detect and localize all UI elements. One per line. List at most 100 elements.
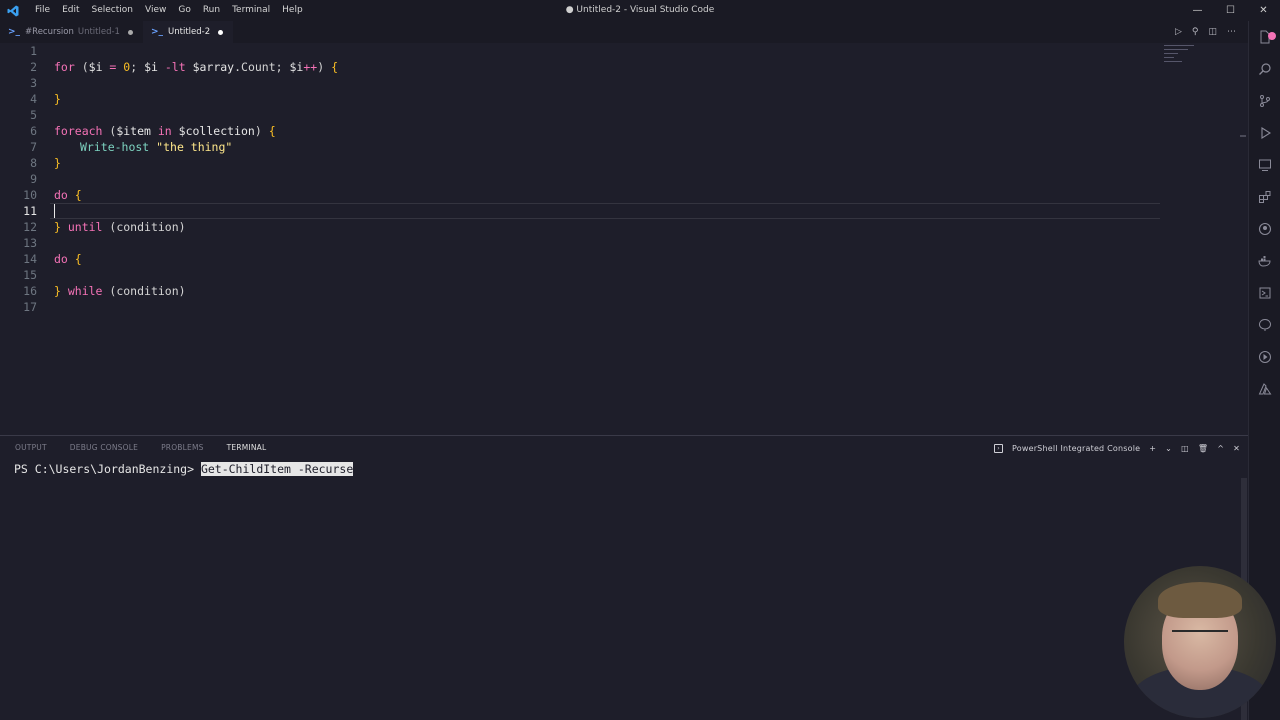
code-line: 3	[0, 75, 37, 91]
close-panel-icon[interactable]: ✕	[1233, 444, 1240, 453]
line-content: foreach ($item in $collection) {	[54, 124, 276, 138]
terminal-selected-command[interactable]: Get-ChildItem -Recurse	[200, 462, 354, 476]
code-line: 11	[0, 203, 37, 219]
line-number: 6	[30, 124, 37, 138]
menu-go[interactable]: Go	[172, 0, 196, 21]
powershell-icon[interactable]	[1257, 285, 1273, 301]
menu-help[interactable]: Help	[276, 0, 309, 21]
line-content: for ($i = 0; $i -lt $array.Count; $i++) …	[54, 60, 339, 74]
menu-selection[interactable]: Selection	[86, 0, 139, 21]
line-number: 8	[30, 156, 37, 170]
line-content: do {	[54, 252, 82, 266]
menu-run[interactable]: Run	[197, 0, 226, 21]
code-line: 17	[0, 299, 37, 315]
terminal-icon: ›	[994, 443, 1003, 453]
line-number: 2	[30, 60, 37, 74]
tab-problems[interactable]: PROBLEMS	[146, 436, 212, 460]
line-content: }	[54, 92, 61, 106]
tab-terminal[interactable]: TERMINAL	[212, 436, 275, 460]
remote-explorer-icon[interactable]	[1257, 157, 1273, 173]
code-line: 7 Write-host "the thing"	[0, 139, 232, 155]
test-explorer-icon[interactable]	[1257, 317, 1273, 333]
extensions-icon[interactable]	[1257, 189, 1273, 205]
line-content: do {	[54, 188, 82, 202]
code-line: 15	[0, 267, 37, 283]
bottom-panel: OUTPUT DEBUG CONSOLE PROBLEMS TERMINAL ›…	[0, 435, 1248, 720]
unsaved-dot-icon[interactable]	[127, 29, 133, 35]
notification-badge	[1268, 32, 1276, 40]
editor-actions: ▷ ⚲ ◫ ⋯	[1175, 21, 1236, 43]
tab-debug-console[interactable]: DEBUG CONSOLE	[55, 436, 146, 460]
powershell-file-icon: >_	[8, 27, 21, 37]
code-editor[interactable]: 1 2 for ($i = 0; $i -lt $array.Count; $i…	[0, 43, 1248, 435]
line-number: 11	[23, 204, 37, 218]
code-line: 2 for ($i = 0; $i -lt $array.Count; $i++…	[0, 59, 338, 75]
line-number: 3	[30, 76, 37, 90]
tab-label: Untitled-2	[168, 27, 211, 37]
code-line: 4 }	[0, 91, 61, 107]
terminal-output[interactable]: PS C:\Users\JordanBenzing> Get-ChildItem…	[14, 462, 354, 476]
line-number: 1	[30, 44, 37, 58]
new-terminal-button[interactable]: +	[1149, 444, 1156, 453]
line-number: 5	[30, 108, 37, 122]
search-icon[interactable]	[1257, 61, 1273, 77]
run-debug-icon[interactable]	[1257, 125, 1273, 141]
maximize-button[interactable]: ☐	[1214, 0, 1247, 21]
github-icon[interactable]	[1257, 221, 1273, 237]
tab-recursion[interactable]: >_ #Recursion Untitled-1	[0, 21, 143, 43]
minimize-button[interactable]: —	[1181, 0, 1214, 21]
menu-file[interactable]: File	[29, 0, 56, 21]
line-number: 13	[23, 236, 37, 250]
webcam-hair	[1158, 582, 1242, 618]
line-content: } while (condition)	[54, 284, 186, 298]
tab-label: #Recursion	[25, 27, 74, 37]
terminal-dropdown-icon[interactable]: ⌄	[1165, 444, 1172, 453]
line-content: }	[54, 156, 61, 170]
line-number: 9	[30, 172, 37, 186]
terminal-selector[interactable]: PowerShell Integrated Console	[1012, 444, 1140, 453]
explorer-icon[interactable]	[1257, 29, 1276, 45]
kill-terminal-icon[interactable]: 🗑	[1198, 444, 1208, 453]
menu-bar: File Edit Selection View Go Run Terminal…	[29, 0, 309, 21]
menu-edit[interactable]: Edit	[56, 0, 85, 21]
webcam-overlay	[1124, 566, 1276, 718]
tab-output[interactable]: OUTPUT	[0, 436, 55, 460]
tab-untitled-2[interactable]: >_ Untitled-2	[142, 21, 234, 43]
line-number: 15	[23, 268, 37, 282]
azure-icon[interactable]	[1257, 381, 1273, 397]
line-number: 10	[23, 188, 37, 202]
line-number: 4	[30, 92, 37, 106]
webcam-glasses	[1172, 630, 1228, 644]
more-actions-icon[interactable]: ⋯	[1227, 27, 1236, 37]
run-selection-icon[interactable]: ⚲	[1192, 27, 1199, 37]
code-line: 9	[0, 171, 37, 187]
menu-view[interactable]: View	[139, 0, 172, 21]
vscode-logo-icon	[7, 5, 19, 17]
editor-scrollbar[interactable]	[1240, 135, 1246, 137]
line-number: 12	[23, 220, 37, 234]
panel-tabs: OUTPUT DEBUG CONSOLE PROBLEMS TERMINAL ›…	[0, 436, 1248, 460]
code-line: 12 } until (condition)	[0, 219, 185, 235]
editor-tabs: >_ #Recursion Untitled-1 >_ Untitled-2 ▷…	[0, 21, 1248, 43]
line-number: 7	[30, 140, 37, 154]
code-line: 6 foreach ($item in $collection) {	[0, 123, 276, 139]
close-window-button[interactable]: ✕	[1247, 0, 1280, 21]
title-bar: File Edit Selection View Go Run Terminal…	[0, 0, 1280, 21]
unsaved-dot-icon[interactable]	[218, 29, 224, 35]
menu-terminal[interactable]: Terminal	[226, 0, 276, 21]
powershell-file-icon: >_	[150, 27, 164, 37]
source-control-icon[interactable]	[1257, 93, 1273, 109]
split-terminal-icon[interactable]: ◫	[1181, 444, 1189, 453]
code-line: 14 do {	[0, 251, 82, 267]
code-line: 5	[0, 107, 37, 123]
code-line: 13	[0, 235, 37, 251]
timeline-icon[interactable]	[1257, 349, 1273, 365]
tab-description: Untitled-1	[77, 27, 120, 37]
maximize-panel-icon[interactable]: ^	[1217, 444, 1224, 453]
docker-icon[interactable]	[1257, 253, 1273, 269]
run-icon[interactable]: ▷	[1175, 27, 1182, 37]
code-line: 10 do {	[0, 187, 82, 203]
current-line-highlight	[50, 203, 1160, 219]
split-editor-icon[interactable]: ◫	[1208, 27, 1217, 37]
minimap[interactable]	[1164, 43, 1234, 73]
